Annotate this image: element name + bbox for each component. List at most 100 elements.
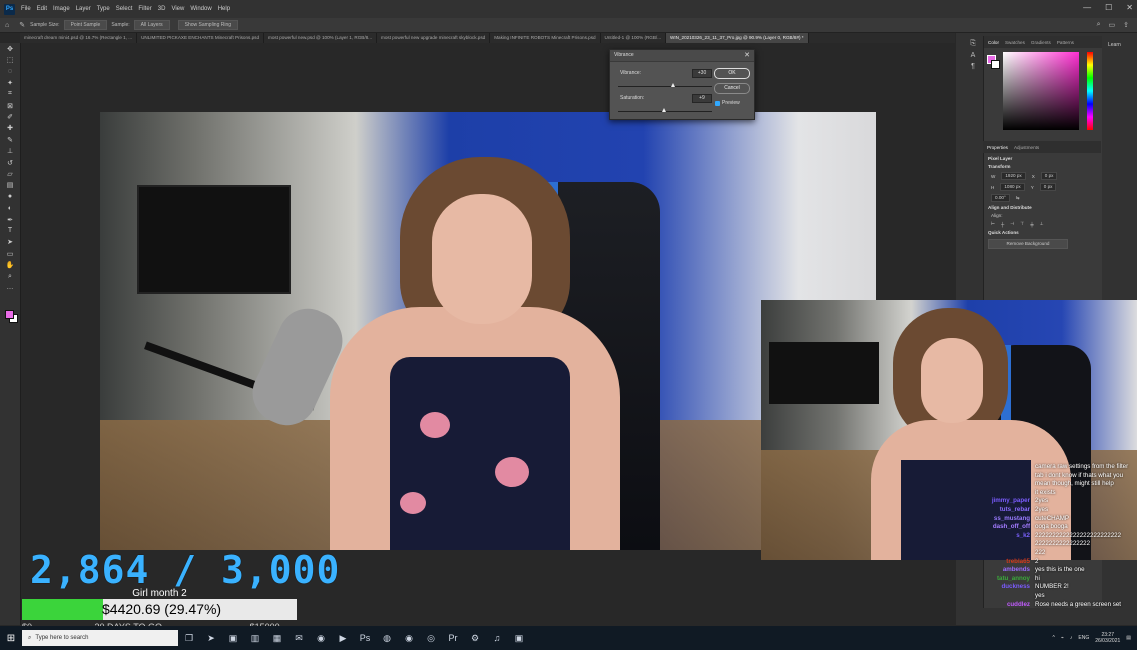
menu-filter[interactable]: Filter [138,6,151,12]
history-brush-icon[interactable]: ↺ [0,157,20,168]
menu-image[interactable]: Image [53,6,70,12]
chevron-up-icon[interactable]: ^ [1053,635,1055,641]
doc-tab[interactable]: Untitled-1 @ 100% (RGB/... [601,33,667,43]
spotify-icon[interactable]: ♫ [486,633,508,644]
align-bottom-icon[interactable]: ⊥ [1040,221,1044,227]
brush-icon[interactable]: ✎ [0,134,20,145]
blur-icon[interactable]: ● [0,191,20,202]
align-center-icon[interactable]: ┼ [1001,222,1004,227]
gradient-icon[interactable]: ▤ [0,180,20,191]
type-icon[interactable]: T [0,225,20,236]
zoom-icon[interactable]: ⌕ [0,271,20,282]
preview-checkbox[interactable] [715,101,720,106]
doc-tab-active[interactable]: WIN_20210326_23_11_37_Pro.jpg @ 90.9% (L… [666,33,809,43]
chat-username[interactable]: duckness [960,583,1035,592]
chat-username[interactable]: cuddlez [960,601,1035,610]
foreground-color-swatch[interactable] [5,310,14,319]
menu-view[interactable]: View [171,6,184,12]
vibrance-slider-handle[interactable] [671,83,675,87]
minecraft-icon[interactable]: ▣ [222,633,244,644]
windows-start-icon[interactable]: ⊞ [0,633,22,644]
healing-icon[interactable]: ✚ [0,123,20,134]
align-middle-icon[interactable]: ╪ [1030,222,1033,227]
align-heading[interactable]: Align and Distribute [988,205,1101,210]
width-field[interactable]: 1920 px [1001,172,1026,180]
tab-swatches[interactable]: Swatches [1005,40,1025,45]
share-icon[interactable]: ⇪ [1123,21,1129,29]
dodge-icon[interactable]: ◐ [0,202,20,213]
document-image[interactable] [100,112,876,550]
discord-icon[interactable]: ◍ [376,633,398,644]
stamp-icon[interactable]: ⊥ [0,146,20,157]
telegram-icon[interactable]: ➤ [200,633,222,644]
ok-button[interactable]: OK [714,68,750,79]
character-icon[interactable]: A [971,52,976,59]
path-select-icon[interactable]: ➤ [0,237,20,248]
saturation-input[interactable]: +9 [692,94,712,103]
chat-username[interactable] [960,549,1035,558]
tab-color[interactable]: Color [988,40,999,45]
menu-edit[interactable]: Edit [37,6,47,12]
volume-icon[interactable]: ♪ [1070,635,1073,641]
premiere-icon[interactable]: Pr [442,633,464,644]
hand-icon[interactable]: ✋ [0,259,20,270]
menu-help[interactable]: Help [218,6,230,12]
transform-heading[interactable]: Transform [988,164,1101,169]
chat-username[interactable]: dash_off_off [960,523,1035,532]
menu-file[interactable]: File [21,6,31,12]
obs-icon[interactable]: ◎ [420,633,442,644]
paragraph-icon[interactable]: ¶ [971,63,975,70]
tab-gradients[interactable]: Gradients [1031,40,1051,45]
menu-window[interactable]: Window [190,6,211,12]
menu-3d[interactable]: 3D [158,6,166,12]
menu-type[interactable]: Type [97,6,110,12]
align-left-icon[interactable]: ⊢ [991,221,995,227]
flip-icon[interactable]: ⇋ [1016,195,1020,201]
shape-icon[interactable]: ▭ [0,248,20,259]
notifications-icon[interactable]: ▤ [1126,635,1131,641]
chat-username[interactable]: ambends [960,566,1035,575]
align-top-icon[interactable]: ⊤ [1020,221,1024,227]
panel-background-swatch[interactable] [991,60,1000,69]
sample-size-select[interactable]: Point Sample [63,20,108,30]
angle-field[interactable]: 0.00° [991,194,1010,202]
history-icon[interactable]: ⎘ [970,40,976,48]
show-sampling-ring-checkbox[interactable]: Show Sampling Ring [177,20,239,30]
search-icon[interactable]: ⌕ [1097,21,1101,29]
minimize-button[interactable]: — [1083,3,1091,12]
chat-username[interactable] [960,592,1035,601]
color-picker-field[interactable] [1003,52,1079,130]
y-field[interactable]: 0 px [1039,183,1057,191]
chat-username[interactable]: tatu_annoy [960,575,1035,584]
lasso-icon[interactable]: ◌ [0,66,20,77]
doc-tab[interactable]: UNLIMITED PICKAXE ENCHANTS Minecraft Pri… [137,33,265,43]
settings-icon[interactable]: ⚙ [464,633,486,644]
vs-icon[interactable]: ▶ [332,633,354,644]
quick-actions-heading[interactable]: Quick Actions [988,230,1101,235]
vibrance-slider[interactable] [618,86,712,87]
explorer-icon[interactable]: ▦ [266,633,288,644]
workspace-icon[interactable]: ▭ [1109,21,1116,29]
chat-username[interactable] [960,472,1035,481]
x-field[interactable]: 0 px [1040,172,1058,180]
magic-wand-icon[interactable]: ✦ [0,77,20,88]
taskbar-search[interactable]: ⌕ Type here to search [22,630,178,646]
tab-adjustments[interactable]: Adjustments [1014,145,1039,150]
chat-username[interactable] [960,540,1035,549]
cancel-button[interactable]: Cancel [714,83,750,94]
clock[interactable]: 23:27 26/03/2021 [1095,632,1120,644]
chat-username[interactable]: ss_mustang [960,515,1035,524]
marquee-icon[interactable]: ⬚ [0,54,20,65]
chat-username[interactable]: trebla65 [960,558,1035,567]
tab-properties[interactable]: Properties [987,145,1008,150]
doc-tab[interactable]: most powerful new upgrade minecraft skyb… [377,33,491,43]
files-icon[interactable]: ▥ [244,633,266,644]
more-icon[interactable]: … [0,282,20,293]
height-field[interactable]: 1080 px [1000,183,1025,191]
maximize-button[interactable]: ☐ [1105,3,1112,12]
photoshop-logo-icon[interactable]: Ps [4,3,15,15]
move-icon[interactable]: ✥ [0,43,20,54]
chat-username[interactable]: s_k2 [960,532,1035,541]
chrome-icon[interactable]: ◉ [398,633,420,644]
doc-tab[interactable]: minecraft dream mini4.psd @ 16.7% (Recta… [20,33,138,43]
